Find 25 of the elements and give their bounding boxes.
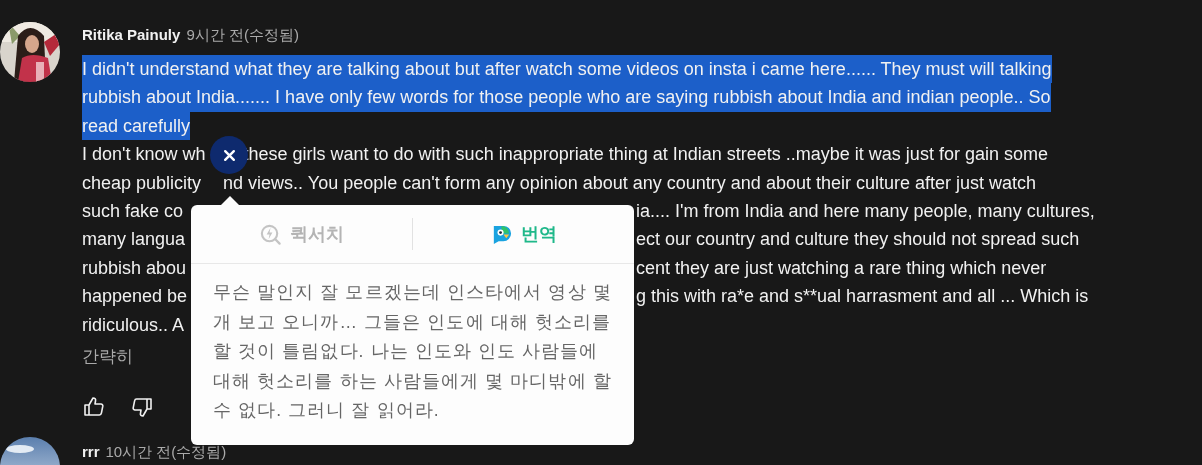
search-icon xyxy=(259,222,282,246)
comment-time[interactable]: 10시간 전(수정됨) xyxy=(105,442,227,462)
comment-text: ridiculous.. A xyxy=(82,313,186,337)
comment-time[interactable]: 9시간 전(수정됨) xyxy=(186,26,299,45)
comment-text: I don't know wh xyxy=(82,143,206,167)
translation-text: 무슨 말인지 잘 모르겠는데 인스타에서 영상 몇 개 보고 오니까… 그들은 인도에 대해 헛소리를 할 것이 틀림없다. 나는 인도와 인도 사람들에 대해 헛소리를 하는 사람들에게 몇 마디밖에 할 수 없다. 그러니 잘 읽어라. xyxy=(213,281,613,422)
comment-text: g this with ra*e and s**ual harrasment and all ... Which is xyxy=(636,285,1089,309)
author-name[interactable]: Ritika Painuly xyxy=(82,26,181,43)
comment-text: cheap publicity xyxy=(82,171,202,195)
show-less-link[interactable]: 간략히 xyxy=(82,344,133,369)
comment-text: such fake co xyxy=(82,199,185,223)
close-icon xyxy=(222,148,236,162)
selected-text: read carefully xyxy=(82,111,191,141)
selected-text: I didn't understand what they are talking about but after watch some videos on insta i came here...... They must will talking xyxy=(82,55,1052,84)
comment-text: nd views.. You people can't form any opinion about any country and about their culture after just watch xyxy=(223,171,1037,195)
comment-text: many langua xyxy=(82,228,187,252)
selected-text: rubbish about India....... I have only few words for those people who are saying rubbish about India and indian people.. So xyxy=(82,83,1051,112)
author-name[interactable]: rrr xyxy=(82,442,100,460)
close-button[interactable] xyxy=(210,136,248,174)
comment-text: ia.... I'm from India and here many people, many cultures, xyxy=(636,199,1095,223)
comment-text: ect our country and culture they should not spread such xyxy=(636,228,1080,252)
thumbs-up-icon[interactable] xyxy=(82,394,106,419)
comment-text: rubbish abou xyxy=(82,256,188,280)
comment-text: cent they are just watching a rare thing which never xyxy=(636,256,1047,280)
comment-text: happened be xyxy=(82,285,189,309)
